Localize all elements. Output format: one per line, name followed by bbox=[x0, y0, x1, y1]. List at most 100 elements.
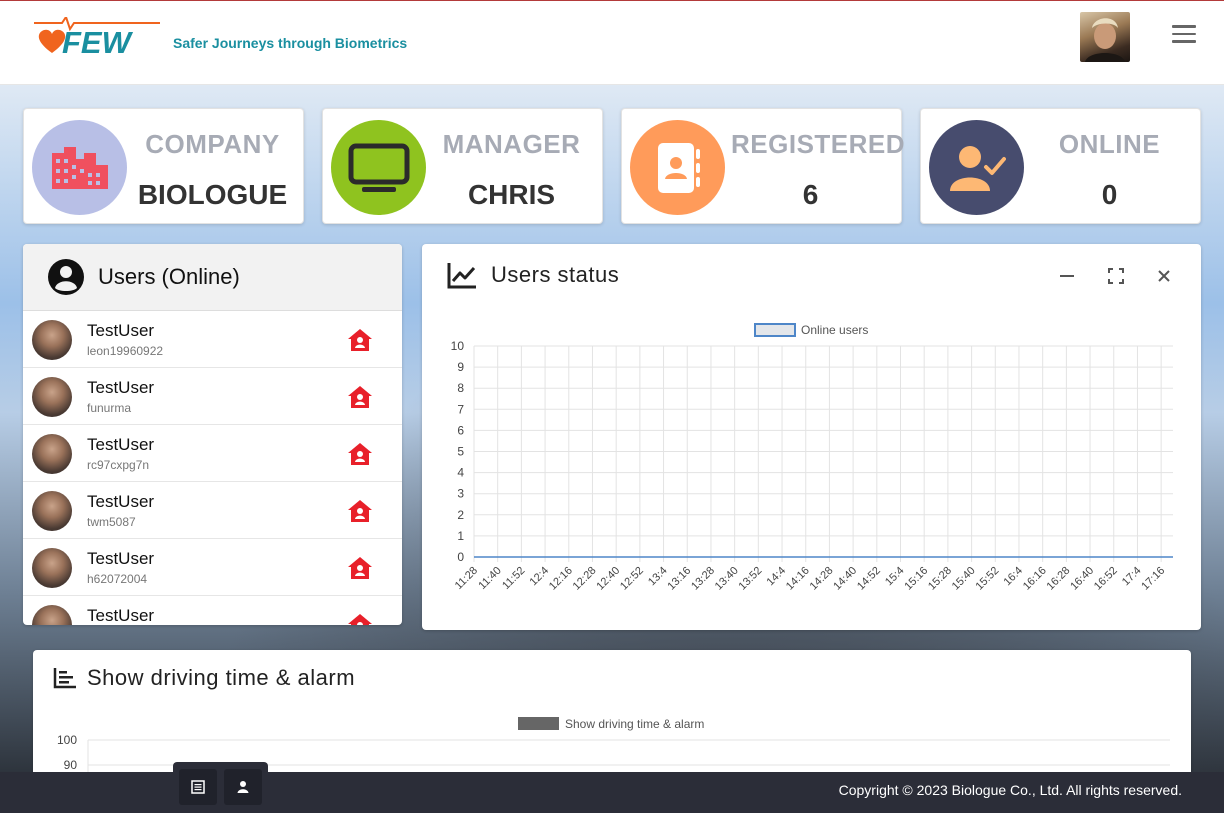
y-tick-label: 8 bbox=[457, 381, 464, 395]
x-tick-label: 13:16 bbox=[665, 565, 693, 593]
user-id: leon19960922 bbox=[87, 344, 164, 358]
x-tick-label: 11:52 bbox=[500, 565, 527, 592]
x-tick-label: 12:40 bbox=[594, 565, 622, 593]
stat-card-registered: REGISTERED 6 bbox=[621, 108, 906, 224]
users-panel-title: Users (Online) bbox=[98, 264, 240, 289]
legend-swatch bbox=[754, 323, 796, 337]
user-id: funurma bbox=[87, 401, 132, 415]
x-tick-label: 12:28 bbox=[571, 565, 599, 593]
home-user-icon[interactable] bbox=[347, 328, 373, 352]
user-avatar bbox=[32, 491, 72, 531]
x-tick-label: 16:28 bbox=[1045, 565, 1073, 593]
legend-swatch bbox=[518, 717, 559, 730]
user-avatar bbox=[32, 320, 72, 360]
y-tick-label: 10 bbox=[451, 339, 465, 353]
user-list-item[interactable]: TestUser funurma bbox=[23, 368, 402, 425]
y-tick-label: 7 bbox=[457, 402, 464, 416]
user-avatar bbox=[32, 434, 72, 474]
stat-value: CHRIS bbox=[467, 179, 556, 210]
x-tick-label: 12:52 bbox=[618, 565, 646, 593]
users-status-panel: Users status Online users 0 1 2 3 4 5 6 7 8 9 10 11:… bbox=[422, 244, 1201, 630]
legend-label: Online users bbox=[801, 323, 868, 337]
users-online-panel: Users (Online) TestUser leon19960922 TestU… bbox=[23, 244, 402, 625]
user-avatar bbox=[32, 548, 72, 588]
profile-avatar[interactable] bbox=[1080, 12, 1130, 62]
y-tick-label: 9 bbox=[457, 360, 464, 374]
stat-value: 0 bbox=[1101, 179, 1118, 210]
y-tick-label: 100 bbox=[57, 733, 77, 747]
user-name: TestUser bbox=[87, 492, 155, 511]
home-user-icon[interactable] bbox=[347, 442, 373, 466]
y-tick-label: 0 bbox=[457, 550, 464, 564]
x-tick-label: 11:28 bbox=[453, 565, 480, 592]
x-tick-label: 14:28 bbox=[808, 565, 836, 593]
building-icon bbox=[32, 120, 127, 215]
y-tick-label: 6 bbox=[457, 423, 464, 437]
user-name: TestUser bbox=[87, 321, 155, 340]
stat-label: MANAGER bbox=[442, 129, 581, 159]
user-name: TestUser bbox=[87, 378, 155, 397]
stat-value: BIOLOGUE bbox=[137, 179, 288, 210]
stat-label: REGISTERED bbox=[731, 129, 906, 159]
y-tick-label: 5 bbox=[457, 445, 464, 459]
x-tick-label: 14:40 bbox=[831, 565, 859, 593]
x-tick-label: 17:16 bbox=[1139, 565, 1167, 593]
user-id: rc97cxpg7n bbox=[87, 458, 150, 472]
list-view-button[interactable] bbox=[179, 769, 217, 805]
users-status-chart: Online users 0 1 2 3 4 5 6 7 8 9 10 11:2811:4011:52 1… bbox=[451, 323, 1173, 593]
home-user-icon[interactable] bbox=[347, 556, 373, 580]
y-tick-label: 1 bbox=[457, 529, 464, 543]
contact-book-icon bbox=[630, 120, 725, 215]
user-check-icon bbox=[929, 120, 1024, 215]
user-list-item[interactable]: TestUser bbox=[23, 596, 402, 625]
x-tick-label: 15:28 bbox=[926, 565, 954, 593]
user-list-item[interactable]: TestUser rc97cxpg7n bbox=[23, 425, 402, 482]
user-list-item[interactable]: TestUser twm5087 bbox=[23, 482, 402, 539]
x-tick-label: 13:40 bbox=[713, 565, 741, 593]
y-tick-label: 90 bbox=[64, 758, 78, 772]
few-logo[interactable]: FEW bbox=[32, 17, 164, 59]
x-tick-label: 15:16 bbox=[902, 565, 930, 593]
top-header: FEW Safer Journeys through Biometrics bbox=[0, 1, 1224, 85]
x-tick-label: 15:40 bbox=[950, 565, 978, 593]
user-avatar bbox=[32, 377, 72, 417]
user-id: h62072004 bbox=[87, 572, 148, 586]
user-id: twm5087 bbox=[87, 515, 136, 529]
user-name: TestUser bbox=[87, 606, 155, 625]
x-tick-label: 12:16 bbox=[547, 565, 575, 593]
user-icon bbox=[237, 781, 249, 793]
stat-value: 6 bbox=[802, 179, 819, 210]
user-list-item[interactable]: TestUser leon19960922 bbox=[23, 311, 402, 368]
stat-card-online: ONLINE 0 bbox=[920, 108, 1201, 224]
stat-label: COMPANY bbox=[145, 129, 280, 159]
user-name: TestUser bbox=[87, 549, 155, 568]
monitor-icon bbox=[331, 120, 426, 215]
x-tick-label: 16:40 bbox=[1068, 565, 1096, 593]
x-tick-label: 16:16 bbox=[1021, 565, 1049, 593]
user-name: TestUser bbox=[87, 435, 155, 454]
legend-label: Show driving time & alarm bbox=[565, 717, 704, 731]
user-list-item[interactable]: TestUser h62072004 bbox=[23, 539, 402, 596]
y-tick-label: 2 bbox=[457, 508, 464, 522]
home-user-icon[interactable] bbox=[347, 499, 373, 523]
hamburger-menu-icon[interactable] bbox=[1172, 25, 1196, 45]
x-tick-label: 14:52 bbox=[855, 565, 883, 593]
y-tick-label: 4 bbox=[457, 466, 464, 480]
copyright-text: Copyright © 2023 Biologue Co., Ltd. All … bbox=[838, 782, 1182, 798]
x-tick-label: 16:52 bbox=[1092, 565, 1120, 593]
y-tick-label: 3 bbox=[457, 487, 464, 501]
stat-card-manager: MANAGER CHRIS bbox=[322, 108, 603, 224]
x-tick-label: 14:16 bbox=[784, 565, 812, 593]
home-user-icon[interactable] bbox=[347, 385, 373, 409]
x-tick-label: 13:52 bbox=[737, 565, 765, 593]
user-avatar bbox=[32, 605, 72, 625]
x-tick-label: 11:40 bbox=[476, 565, 503, 592]
footer-button-group bbox=[173, 762, 268, 813]
stat-label: ONLINE bbox=[1058, 129, 1161, 159]
user-view-button[interactable] bbox=[224, 769, 262, 805]
logo-text: FEW bbox=[62, 25, 134, 59]
tagline: Safer Journeys through Biometrics bbox=[173, 35, 408, 51]
x-tick-label: 13:28 bbox=[689, 565, 717, 593]
user-list[interactable]: TestUser leon19960922 TestUser funurma TestU… bbox=[23, 311, 402, 625]
home-user-icon[interactable] bbox=[347, 613, 373, 625]
